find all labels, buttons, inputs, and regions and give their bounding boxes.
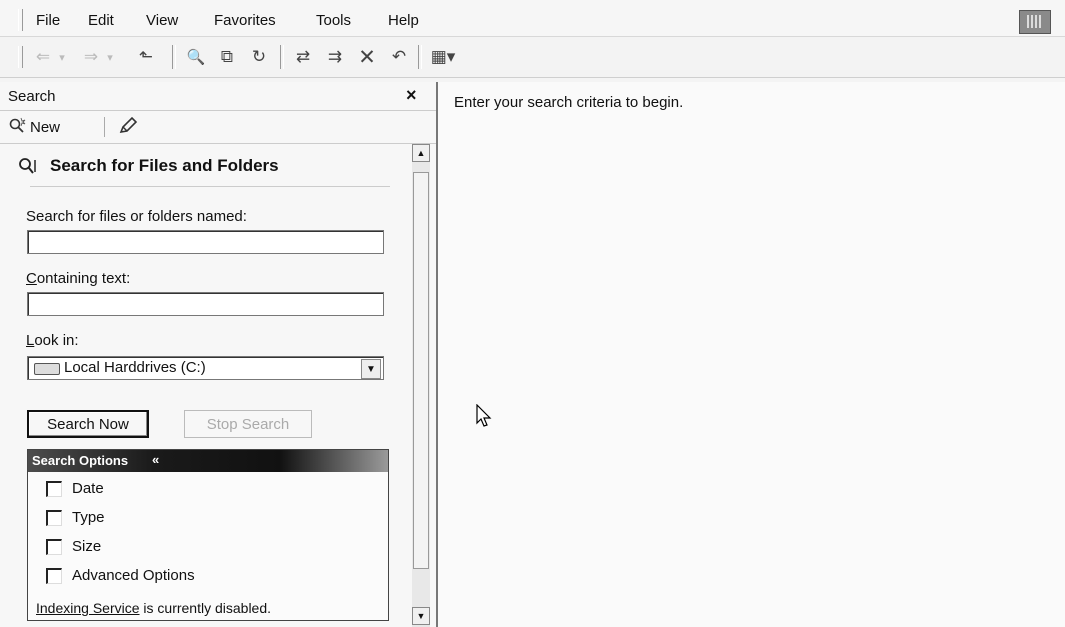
search-icon[interactable]: 🔍 xyxy=(182,45,210,69)
containing-text-input[interactable] xyxy=(27,292,384,316)
toolbar-separator xyxy=(172,45,176,69)
option-type-label: Type xyxy=(72,509,105,526)
checkbox-icon[interactable] xyxy=(46,538,62,555)
chevron-down-icon[interactable]: ▼ xyxy=(361,359,381,379)
menu-favorites[interactable]: Favorites xyxy=(214,12,276,29)
stop-search-button[interactable]: Stop Search xyxy=(184,410,312,438)
search-pane-toolbar: New xyxy=(0,111,436,144)
move-to-icon[interactable]: ⇄ xyxy=(290,45,316,69)
scroll-up-icon[interactable]: ▲ xyxy=(412,144,430,162)
look-in-value: Local Harddrives (C:) xyxy=(64,359,206,376)
option-size[interactable]: Size xyxy=(46,538,101,555)
containing-text-label-rest: ontaining text: xyxy=(36,270,131,287)
menu-edit[interactable]: Edit xyxy=(88,12,114,29)
option-date-label: Date xyxy=(72,480,104,497)
option-advanced[interactable]: Advanced Options xyxy=(46,567,195,584)
standard-toolbar: ⇐ ▾ ⇒ ▾ ⬑ 🔍 ⧉ ↻ ⇄ ⇉ ✕ ↶ ▦▾ xyxy=(0,37,1065,78)
search-pane-title: Search xyxy=(8,88,56,105)
containing-text-label: Containing text: xyxy=(26,270,130,287)
edit-pencil-icon[interactable] xyxy=(118,116,138,141)
search-pane-content: Search for Files and Folders Search for … xyxy=(0,144,412,627)
new-search-icon xyxy=(8,117,26,137)
section-header: Search for Files and Folders xyxy=(18,156,279,181)
search-now-button[interactable]: Search Now xyxy=(27,410,149,438)
look-in-label-rest: ook in: xyxy=(34,332,79,349)
checkbox-icon[interactable] xyxy=(46,509,62,526)
toolbar-grip[interactable] xyxy=(18,46,23,68)
option-date[interactable]: Date xyxy=(46,480,104,497)
delete-icon[interactable]: ✕ xyxy=(354,45,380,69)
forward-arrow-icon[interactable]: ⇒ xyxy=(80,45,102,69)
collapse-icon[interactable]: « xyxy=(152,452,159,467)
section-title: Search for Files and Folders xyxy=(50,156,279,175)
indexing-service-link[interactable]: Indexing Service xyxy=(36,600,140,616)
back-arrow-icon[interactable]: ⇐ xyxy=(32,45,54,69)
back-dropdown-icon[interactable]: ▾ xyxy=(56,45,68,69)
new-search-button[interactable]: New xyxy=(8,117,60,137)
option-type[interactable]: Type xyxy=(46,509,105,526)
containing-text-mnemonic: C xyxy=(26,270,37,287)
section-divider xyxy=(30,186,390,187)
checkbox-icon[interactable] xyxy=(46,480,62,497)
history-icon[interactable]: ↻ xyxy=(246,45,272,69)
scroll-down-icon[interactable]: ▼ xyxy=(412,607,430,625)
hard-drive-icon xyxy=(34,363,60,375)
files-named-label: Search for files or folders named: xyxy=(26,208,247,225)
search-pane: Search × New Search for Files and Folder… xyxy=(0,82,438,627)
search-files-icon xyxy=(18,156,40,181)
toolbar-separator xyxy=(418,45,422,69)
views-icon[interactable]: ▦▾ xyxy=(426,45,460,69)
menu-grip[interactable] xyxy=(18,9,23,31)
menu-view[interactable]: View xyxy=(146,12,178,29)
up-folder-icon[interactable]: ⬑ xyxy=(134,45,158,69)
undo-icon[interactable]: ↶ xyxy=(386,45,412,69)
forward-dropdown-icon[interactable]: ▾ xyxy=(104,45,116,69)
pane-toolbar-separator xyxy=(104,117,105,137)
close-icon[interactable]: × xyxy=(406,85,417,106)
mouse-pointer-icon xyxy=(476,403,494,433)
results-message: Enter your search criteria to begin. xyxy=(454,94,684,111)
search-pane-scrollbar[interactable]: ▲ ▼ xyxy=(412,144,430,627)
look-in-label: Look in: xyxy=(26,332,79,349)
look-in-select[interactable]: Local Harddrives (C:) ▼ xyxy=(27,356,384,380)
copy-to-icon[interactable]: ⇉ xyxy=(322,45,348,69)
folders-icon[interactable]: ⧉ xyxy=(214,45,240,69)
menu-tools[interactable]: Tools xyxy=(316,12,351,29)
files-named-input[interactable] xyxy=(27,230,384,254)
toolbar-separator xyxy=(280,45,284,69)
search-options-panel: Search Options « Date Type Size Advanced… xyxy=(27,449,389,621)
windows-logo-icon xyxy=(1019,10,1051,34)
indexing-note: Indexing Service is currently disabled. xyxy=(36,600,271,616)
option-advanced-label: Advanced Options xyxy=(72,567,195,584)
indexing-note-text: is currently disabled. xyxy=(139,600,272,616)
results-pane: Enter your search criteria to begin. xyxy=(438,82,1065,627)
checkbox-icon[interactable] xyxy=(46,567,62,584)
menu-file[interactable]: File xyxy=(36,12,60,29)
menu-help[interactable]: Help xyxy=(388,12,419,29)
search-options-title: Search Options xyxy=(32,453,129,468)
search-pane-header: Search × xyxy=(0,82,436,111)
scroll-thumb[interactable] xyxy=(413,172,429,569)
menu-bar: File Edit View Favorites Tools Help xyxy=(0,0,1065,37)
option-size-label: Size xyxy=(72,538,102,555)
new-search-label: New xyxy=(30,118,61,136)
search-options-header[interactable]: Search Options « xyxy=(28,450,388,472)
